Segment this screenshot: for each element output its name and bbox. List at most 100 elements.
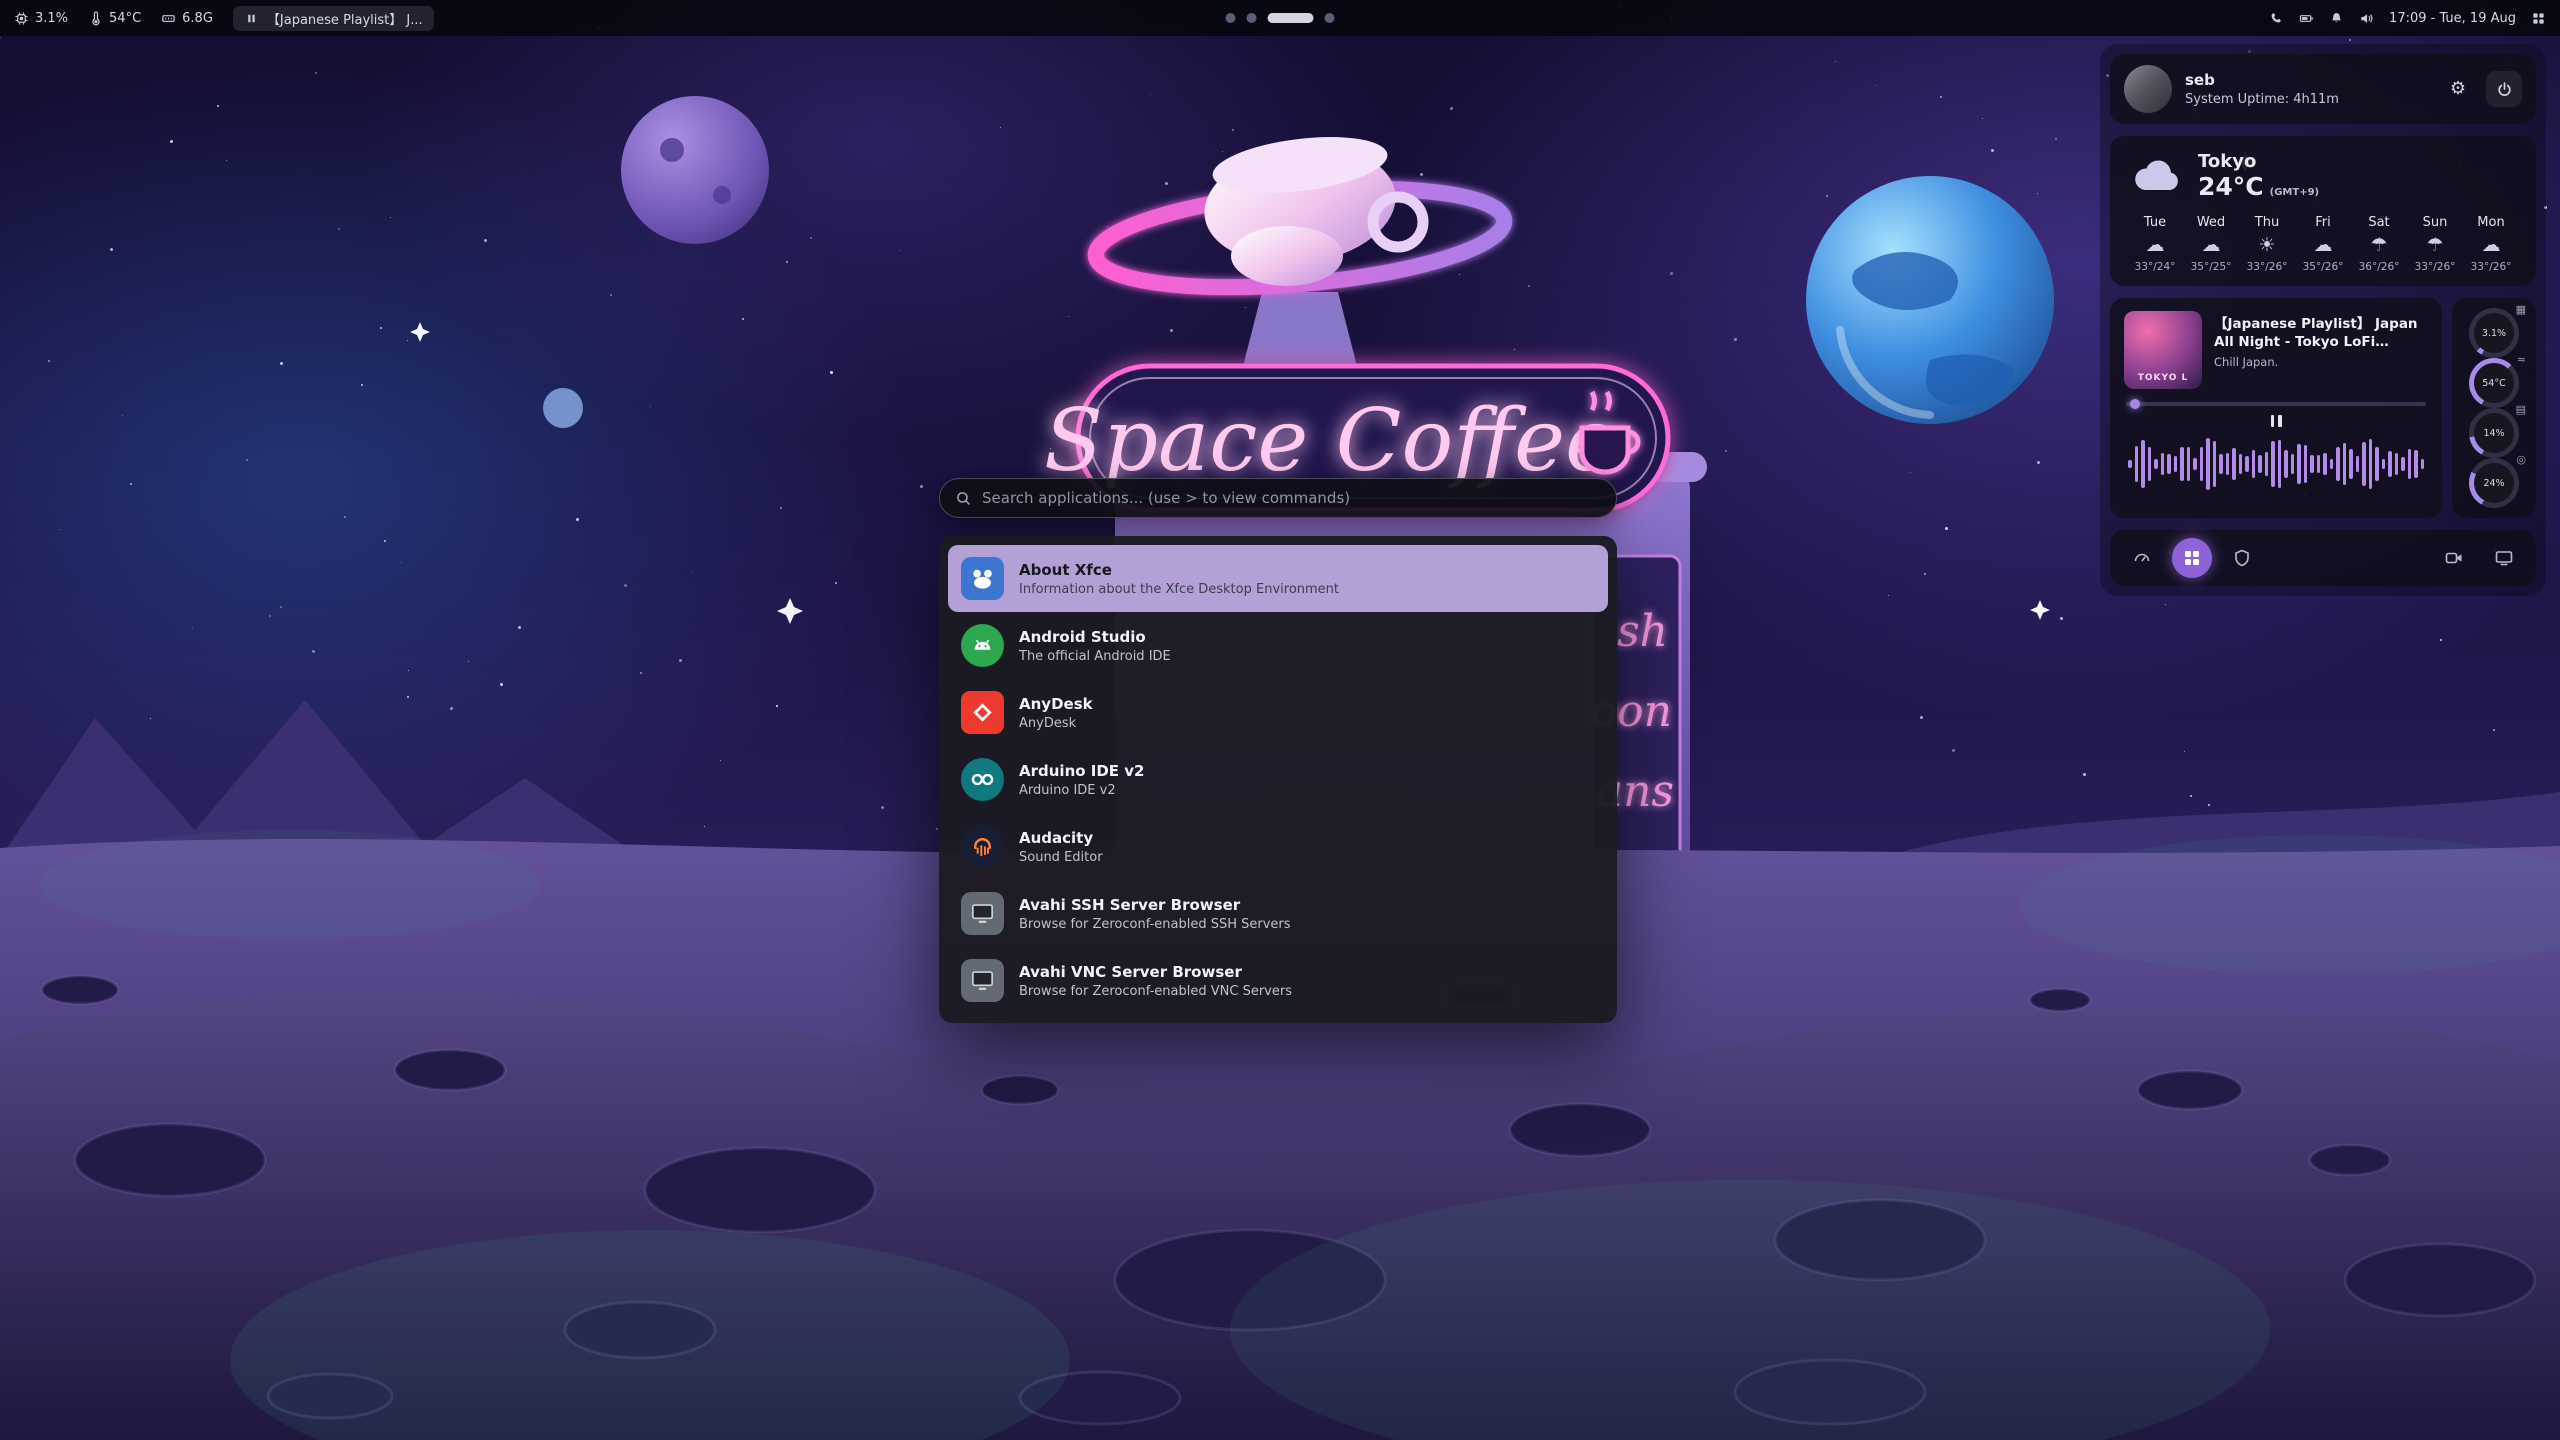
app-row-anydesk[interactable]: AnyDeskAnyDesk — [948, 679, 1608, 746]
pause-icon — [244, 11, 259, 26]
apps-grid-button[interactable] — [2172, 538, 2212, 578]
app-name: Arduino IDE v2 — [1019, 762, 1145, 780]
weather-card: Tokyo 24°C (GMT+9) Tue☁33°/24° Wed☁35°/2… — [2110, 136, 2536, 286]
memory-gauge: 14% ▤ — [2469, 408, 2519, 458]
search-input[interactable] — [982, 489, 1601, 507]
sun-icon: ☀ — [2258, 236, 2275, 255]
cloud-icon: ☁ — [2202, 236, 2221, 255]
app-row-about-xfce[interactable]: About Xfce Information about the Xfce Des… — [948, 545, 1608, 612]
screen-record-button[interactable] — [2434, 538, 2474, 578]
weather-timezone: (GMT+9) — [2270, 187, 2319, 198]
app-row-avahi-ssh[interactable]: Avahi SSH Server Browser Browse for Zeroc… — [948, 880, 1608, 947]
shield-button[interactable] — [2222, 538, 2262, 578]
workspace-dot-1[interactable] — [1226, 13, 1236, 23]
app-description: The official Android IDE — [1019, 649, 1171, 664]
forecast-day: Sun☂33°/26° — [2408, 215, 2462, 273]
media-player-card: TOKYO L 【Japanese Playlist】 Japan All Ni… — [2110, 298, 2442, 518]
window-neon-line: sh — [1617, 606, 1668, 657]
app-description: Browse for Zeroconf-enabled SSH Servers — [1019, 917, 1291, 932]
grid-icon — [2182, 548, 2202, 568]
forecast-day: Tue☁33°/24° — [2128, 215, 2182, 273]
performance-button[interactable] — [2122, 538, 2162, 578]
memory-icon: ▤ — [2516, 404, 2526, 415]
forecast-day: Fri☁35°/26° — [2296, 215, 2350, 273]
phone-icon[interactable] — [2269, 11, 2284, 26]
seek-handle[interactable] — [2130, 399, 2140, 409]
gear-icon: ⚙ — [2450, 80, 2466, 98]
cpu-indicator: 3.1% — [14, 11, 68, 26]
app-launcher: About Xfce Information about the Xfce Des… — [939, 478, 1617, 1023]
app-name: Avahi SSH Server Browser — [1019, 896, 1291, 914]
anydesk-icon — [961, 691, 1004, 734]
app-name: Android Studio — [1019, 628, 1171, 646]
play-pause-button[interactable] — [2271, 415, 2282, 427]
video-camera-icon — [2444, 548, 2464, 568]
memory-indicator: 6.8G — [161, 11, 213, 26]
cloud-icon: ☁ — [2146, 236, 2165, 255]
app-row-arduino-ide[interactable]: Arduino IDE v2 Arduino IDE v2 — [948, 746, 1608, 813]
weather-temperature: 24°C — [2198, 172, 2264, 201]
user-card: seb System Uptime: 4h11m ⚙ — [2110, 54, 2536, 124]
forecast-row: Tue☁33°/24° Wed☁35°/25° Thu☀33°/26° Fri☁… — [2128, 215, 2518, 273]
seek-bar[interactable] — [2126, 402, 2426, 406]
app-row-android-studio[interactable]: Android Studio The official Android IDE — [948, 612, 1608, 679]
temperature-value: 54°C — [109, 11, 141, 26]
shield-icon — [2232, 548, 2252, 568]
disk-icon: ◎ — [2516, 454, 2526, 465]
temperature-icon: ≈ — [2517, 354, 2526, 365]
purple-planet — [621, 96, 769, 244]
speedometer-icon — [2132, 548, 2152, 568]
monitor-icon — [2494, 548, 2514, 568]
disk-gauge: 24% ◎ — [2469, 458, 2519, 508]
workspace-dot-4[interactable] — [1325, 13, 1335, 23]
app-results-list: About Xfce Information about the Xfce Des… — [939, 536, 1617, 1023]
audacity-icon — [961, 825, 1004, 868]
arduino-icon — [961, 758, 1004, 801]
cpu-icon — [14, 11, 29, 26]
rain-icon: ☂ — [2426, 236, 2443, 255]
cpu-value: 3.1% — [35, 11, 68, 26]
search-icon — [955, 490, 972, 507]
temperature-indicator: 54°C — [88, 11, 141, 26]
workspace-dot-2[interactable] — [1247, 13, 1257, 23]
android-studio-icon — [961, 624, 1004, 667]
volume-icon[interactable] — [2359, 11, 2374, 26]
cpu-gauge: 3.1% ▦ — [2469, 308, 2519, 358]
system-gauges: 3.1% ▦ 54°C ≈ 14% ▤ 24% ◎ — [2452, 298, 2536, 518]
app-name: Audacity — [1019, 829, 1103, 847]
now-playing-label: 【Japanese Playlist】 J... — [267, 9, 423, 28]
search-bar[interactable] — [939, 478, 1617, 518]
app-description: Arduino IDE v2 — [1019, 783, 1145, 798]
app-row-avahi-vnc[interactable]: Avahi VNC Server BrowserBrowse for Zeroc… — [948, 947, 1608, 1014]
cloud-icon: ☁ — [2482, 236, 2501, 255]
now-playing-chip[interactable]: 【Japanese Playlist】 J... — [233, 6, 434, 31]
battery-icon[interactable] — [2299, 11, 2314, 26]
power-icon — [2496, 81, 2513, 98]
notifications-bell-icon[interactable] — [2329, 11, 2344, 26]
app-name: About Xfce — [1019, 561, 1339, 579]
app-description: Sound Editor — [1019, 850, 1103, 865]
small-moon — [543, 388, 583, 428]
cloud-icon — [2128, 156, 2184, 196]
app-menu-grid-icon[interactable] — [2531, 11, 2546, 26]
display-button[interactable] — [2484, 538, 2524, 578]
forecast-day: Sat☂36°/26° — [2352, 215, 2406, 273]
top-panel: 3.1% 54°C 6.8G 【Japanese Playlist】 J... … — [0, 0, 2560, 36]
thermometer-icon — [88, 11, 103, 26]
app-description: AnyDesk — [1019, 716, 1093, 731]
forecast-day: Wed☁35°/25° — [2184, 215, 2238, 273]
weather-city: Tokyo — [2198, 151, 2319, 172]
avatar — [2124, 65, 2172, 113]
clock[interactable]: 17:09 - Tue, 19 Aug — [2389, 11, 2516, 26]
settings-button[interactable]: ⚙ — [2440, 71, 2476, 107]
track-title: 【Japanese Playlist】 Japan All Night - To… — [2214, 315, 2428, 351]
memory-value: 6.8G — [182, 11, 213, 26]
widgets-sidebar: seb System Uptime: 4h11m ⚙ Tokyo 24°C (G… — [2100, 44, 2546, 596]
cpu-icon: ▦ — [2516, 304, 2526, 315]
app-description: Browse for Zeroconf-enabled VNC Servers — [1019, 984, 1292, 999]
waveform — [2124, 433, 2428, 495]
power-button[interactable] — [2486, 71, 2522, 107]
app-row-audacity[interactable]: Audacity Sound Editor — [948, 813, 1608, 880]
app-description: Information about the Xfce Desktop Envir… — [1019, 582, 1339, 597]
workspace-active-pill[interactable] — [1268, 13, 1314, 23]
